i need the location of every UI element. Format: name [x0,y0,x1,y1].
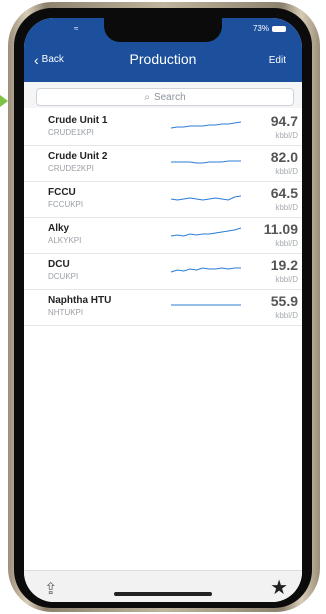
list-item[interactable]: FCCU FCCUKPI 64.5 kbbl/D [24,182,302,218]
status-wifi-icon: ≈ [74,24,79,33]
callout-arrow-icon [0,95,8,107]
share-icon[interactable]: ⇪ [44,579,57,599]
favorite-star-icon[interactable]: ★ [270,575,288,600]
unit-name: Alky [48,223,70,234]
search-placeholder: Search [153,91,186,103]
unit-code: CRUDE1KPI [48,128,94,137]
unit-code: FCCUKPI [48,200,84,209]
kpi-list: Crude Unit 1 CRUDE1KPI 94.7 kbbl/D Crude… [24,110,302,326]
unit-name: FCCU [48,187,76,198]
kpi-unit: kbbl/D [275,131,298,140]
unit-name: Naphtha HTU [48,295,112,306]
kpi-value: 11.09 [263,221,298,237]
search-bar-area: ⌕ Search [24,82,302,108]
bottom-toolbar: ⇪ ★ [24,570,302,602]
unit-name: DCU [48,259,70,270]
sparkline [171,160,241,164]
status-indicators: 73% [253,24,286,33]
list-item[interactable]: Crude Unit 1 CRUDE1KPI 94.7 kbbl/D [24,110,302,146]
kpi-unit: kbbl/D [275,311,298,320]
app-screen: ≈ 73% ‹ Back Production Edit ⌕ Search Cr… [24,18,302,602]
battery-icon [272,25,286,32]
kpi-value: 55.9 [270,293,298,309]
kpi-value: 82.0 [270,149,298,165]
kpi-unit: kbbl/D [275,239,298,248]
sparkline [170,121,242,129]
kpi-unit: kbbl/D [275,167,298,176]
home-indicator [114,592,212,596]
unit-name: Crude Unit 1 [48,115,108,126]
phone-notch [104,18,222,42]
search-input[interactable]: ⌕ Search [36,88,294,106]
list-item[interactable]: DCU DCUKPI 19.2 kbbl/D [24,254,302,290]
edit-button[interactable]: Edit [269,55,286,66]
battery-percent: 73% [252,24,269,33]
unit-code: DCUKPI [48,272,79,281]
sparkline [170,195,242,201]
unit-code: CRUDE2KPI [48,164,94,173]
kpi-unit: kbbl/D [275,275,298,284]
search-icon: ⌕ [144,91,150,103]
page-title: Production [129,51,197,67]
sparkline [170,267,241,273]
kpi-value: 19.2 [270,257,298,273]
list-item[interactable]: Alky ALKYKPI 11.09 kbbl/D [24,218,302,254]
unit-code: ALKYKPI [48,236,82,245]
list-item[interactable]: Crude Unit 2 CRUDE2KPI 82.0 kbbl/D [24,146,302,182]
unit-name: Crude Unit 2 [48,151,108,162]
sparkline [170,227,242,237]
kpi-value: 94.7 [270,113,298,129]
kpi-unit: kbbl/D [275,203,298,212]
list-item[interactable]: Naphtha HTU NHTUKPI 55.9 kbbl/D [24,290,302,326]
kpi-value: 64.5 [270,185,298,201]
sparkline [171,304,241,306]
unit-code: NHTUKPI [48,308,84,317]
